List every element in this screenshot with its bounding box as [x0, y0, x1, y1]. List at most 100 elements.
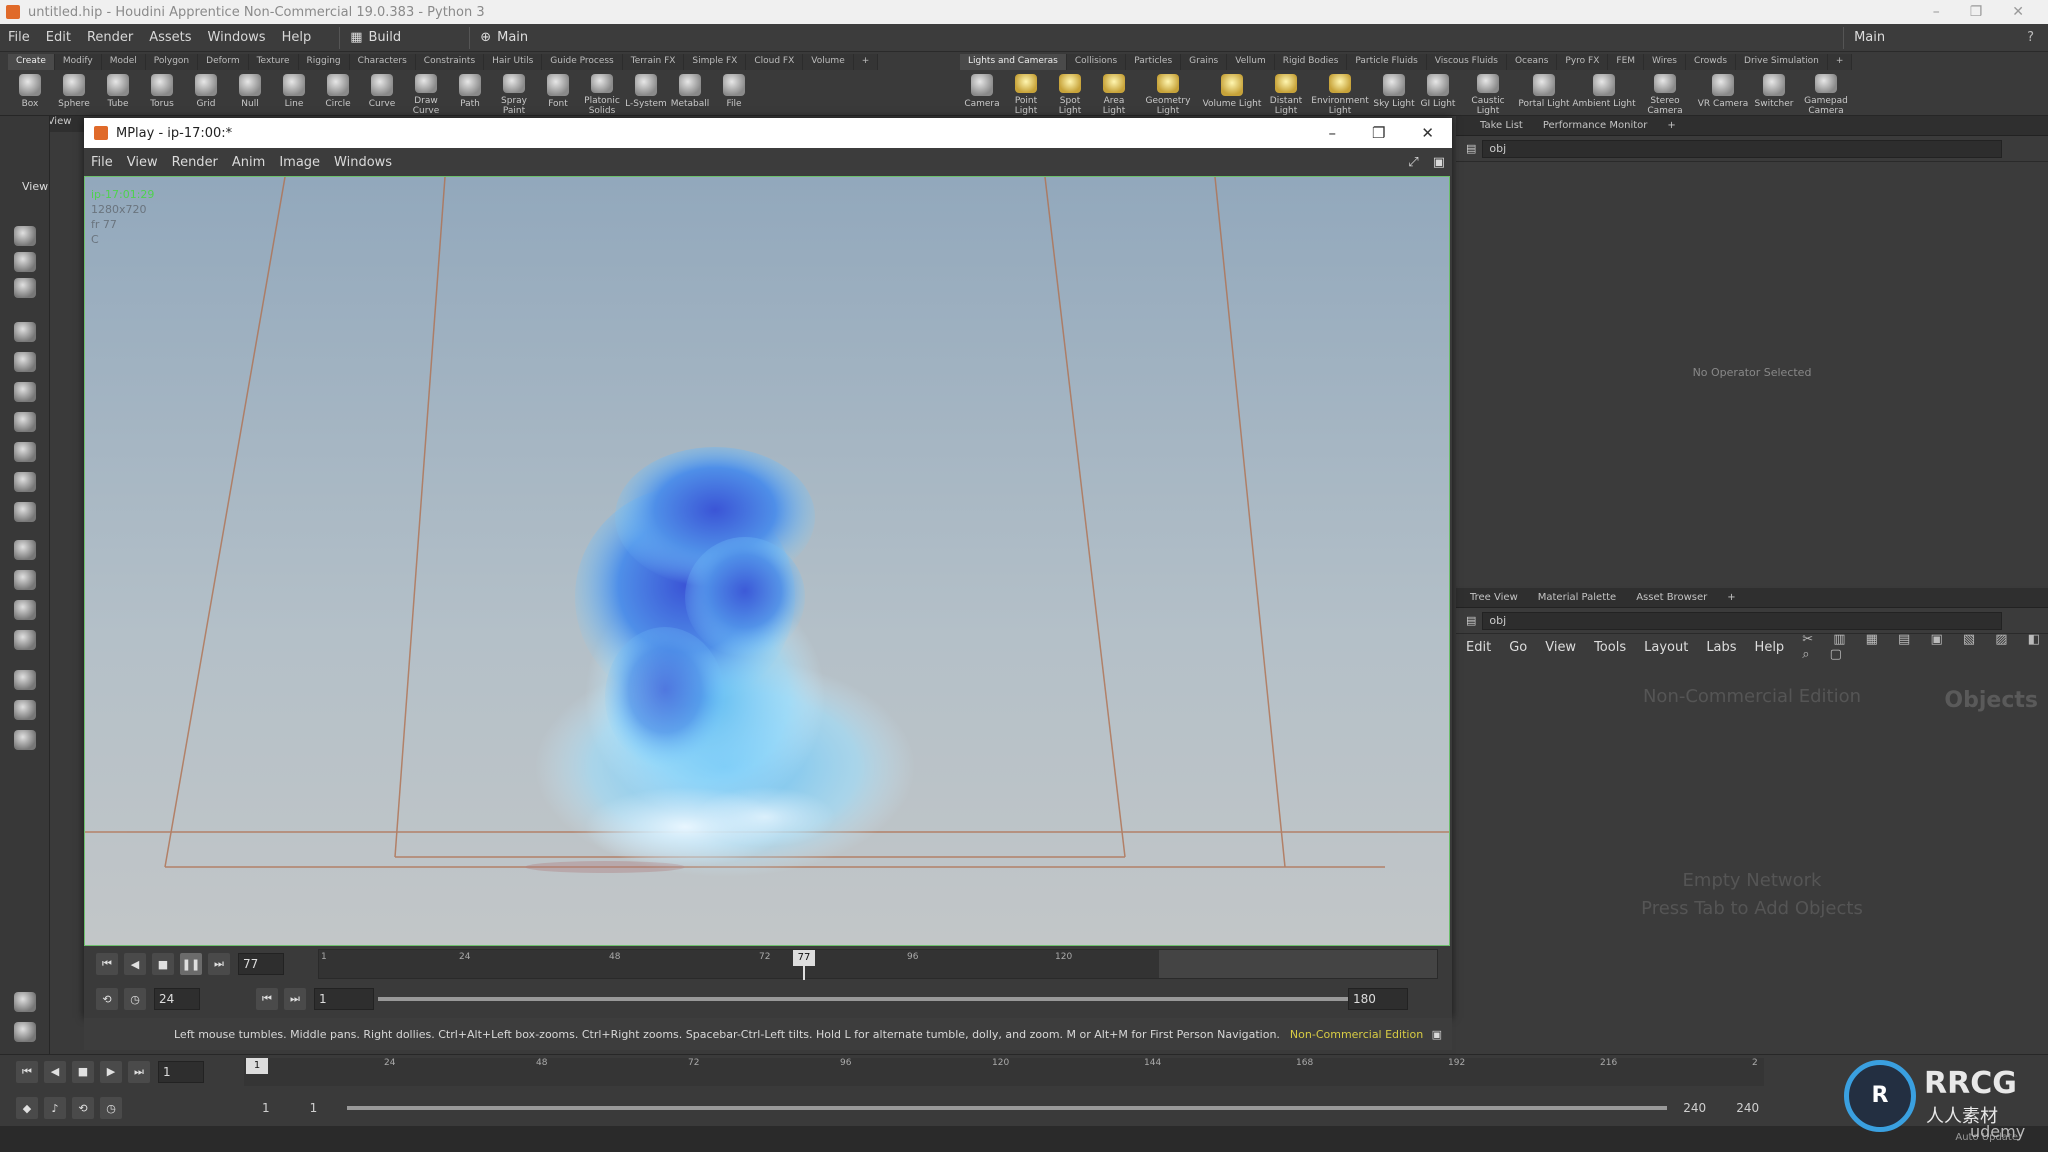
tool-box[interactable]: Box — [8, 72, 52, 116]
shelf-tab[interactable]: Particle Fluids — [1347, 54, 1427, 70]
main-range-end-2[interactable]: 240 — [1736, 1101, 1759, 1115]
desktop-selector[interactable]: ▦ Build — [339, 26, 469, 49]
rotate-tool-icon[interactable] — [14, 382, 36, 402]
paint-tool-icon[interactable] — [14, 502, 36, 522]
tool-gi-light[interactable]: GI Light — [1416, 72, 1460, 116]
tool-sphere[interactable]: Sphere — [52, 72, 96, 116]
menu-assets[interactable]: Assets — [141, 30, 199, 45]
net-menu-tools[interactable]: Tools — [1594, 640, 1626, 655]
jump-end-button[interactable]: ⏭ — [208, 953, 230, 975]
main-jump-end-button[interactable]: ⏭ — [128, 1060, 150, 1083]
tool-gamepad-camera[interactable]: Gamepad Camera — [1796, 72, 1856, 116]
tool-l-system[interactable]: L-System — [624, 72, 668, 116]
context-selector[interactable]: ⊕ Main — [469, 26, 599, 49]
net-menu-go[interactable]: Go — [1509, 640, 1527, 655]
net-menu-layout[interactable]: Layout — [1644, 640, 1688, 655]
mplay-menu-file[interactable]: File — [84, 155, 120, 170]
mplay-menu-render[interactable]: Render — [165, 155, 225, 170]
net-menu-labs[interactable]: Labs — [1706, 640, 1736, 655]
stop-button[interactable]: ■ — [152, 953, 174, 975]
add-tab-icon[interactable]: + — [1717, 592, 1745, 603]
main-range-end[interactable]: 240 — [1683, 1101, 1706, 1115]
realtime-icon[interactable]: ◷ — [100, 1097, 122, 1119]
shelf-tab[interactable]: Crowds — [1685, 54, 1737, 70]
mplay-range-end-field[interactable]: 180 — [1348, 988, 1408, 1010]
look-at-icon[interactable] — [14, 700, 36, 720]
loop-icon[interactable]: ⟲ — [72, 1097, 94, 1119]
pause-button[interactable]: ❚❚ — [180, 953, 202, 975]
tool-platonic-solids[interactable]: Platonic Solids — [580, 72, 624, 116]
main-range-slider[interactable] — [347, 1106, 1668, 1110]
realtime-icon[interactable]: ◷ — [124, 988, 146, 1010]
status-icon[interactable]: ▣ — [1432, 1028, 1442, 1041]
help-icon[interactable]: ? — [2027, 30, 2034, 45]
flag-icon[interactable] — [14, 992, 36, 1012]
jump-start-button[interactable]: ⏮ — [96, 953, 118, 975]
maximize-button[interactable]: ❐ — [1970, 4, 1983, 20]
teapot-icon[interactable] — [14, 730, 36, 750]
keyframe-icon[interactable]: ◆ — [16, 1097, 38, 1119]
shelf-tab[interactable]: Pyro FX — [1557, 54, 1609, 70]
menu-file[interactable]: File — [0, 30, 38, 45]
tab-tree-view[interactable]: Tree View — [1460, 592, 1528, 603]
tool-portal-light[interactable]: Portal Light — [1516, 72, 1572, 116]
select-tool-icon[interactable] — [14, 226, 36, 246]
tool-grid[interactable]: Grid — [184, 72, 228, 116]
tool-distant-light[interactable]: Distant Light — [1264, 72, 1308, 116]
mplay-current-frame-field[interactable]: 77 — [238, 953, 284, 975]
tool-line[interactable]: Line — [272, 72, 316, 116]
mplay-menu-image[interactable]: Image — [272, 155, 327, 170]
tool-metaball[interactable]: Metaball — [668, 72, 712, 116]
shelf-tab[interactable]: Rigid Bodies — [1274, 54, 1348, 70]
bone-tool-icon[interactable] — [14, 472, 36, 492]
tool-spray-paint[interactable]: Spray Paint — [492, 72, 536, 116]
tool-tube[interactable]: Tube — [96, 72, 140, 116]
magnet-icon[interactable] — [14, 630, 36, 650]
shelf-tab[interactable]: Texture — [248, 54, 299, 70]
tab-material-palette[interactable]: Material Palette — [1528, 592, 1626, 603]
mplay-frame-slider[interactable]: 1 24 48 72 96 120 144 168 77 — [318, 949, 1438, 980]
shelf-tab[interactable]: Hair Utils — [484, 54, 543, 70]
shelf-tab[interactable]: Terrain FX — [622, 54, 685, 70]
tool-geometry-light[interactable]: Geometry Light — [1136, 72, 1200, 116]
shelf-tab[interactable]: Volume — [803, 54, 854, 70]
shelf-tab[interactable]: Model — [101, 54, 146, 70]
main-range-start[interactable]: 1 — [262, 1101, 270, 1115]
tool-caustic-light[interactable]: Caustic Light — [1460, 72, 1516, 116]
tool-stereo-camera[interactable]: Stereo Camera — [1636, 72, 1694, 116]
tool-torus[interactable]: Torus — [140, 72, 184, 116]
tool-switcher[interactable]: Switcher — [1752, 72, 1796, 116]
mplay-minimize-button[interactable]: – — [1328, 124, 1336, 142]
tab-asset-browser[interactable]: Asset Browser — [1626, 592, 1717, 603]
pose-tool-icon[interactable] — [14, 442, 36, 462]
add-tab-icon[interactable]: + — [1657, 120, 1685, 131]
shelf-tab[interactable]: Particles — [1126, 54, 1182, 70]
shelf-tab[interactable]: Rigging — [298, 54, 350, 70]
main-range-start-2[interactable]: 1 — [310, 1101, 318, 1115]
tool-area-light[interactable]: Area Light — [1092, 72, 1136, 116]
shelf-tab[interactable]: Deform — [198, 54, 249, 70]
menu-edit[interactable]: Edit — [38, 30, 79, 45]
tab-take-list[interactable]: Take List — [1470, 120, 1533, 131]
mplay-range-slider[interactable] — [378, 997, 1348, 1001]
shelf-tab[interactable]: Characters — [349, 54, 416, 70]
tool-file[interactable]: File — [712, 72, 756, 116]
shelf-tab[interactable]: Vellum — [1227, 54, 1275, 70]
full-screen-icon[interactable]: ⤢ — [1401, 155, 1425, 170]
tool-null[interactable]: Null — [228, 72, 272, 116]
tool-draw-curve[interactable]: Draw Curve — [404, 72, 448, 116]
main-current-frame-field[interactable]: 1 — [158, 1060, 204, 1083]
parameter-path-field[interactable]: obj — [1482, 139, 2003, 158]
tool-circle[interactable]: Circle — [316, 72, 360, 116]
mplay-fps-field[interactable]: 24 — [154, 988, 200, 1010]
mplay-frame-marker[interactable]: 77 — [793, 950, 815, 966]
main-frame-slider[interactable]: 1 24 48 72 96 120 144 168 192 216 2 — [244, 1057, 1764, 1086]
snap-tool-icon[interactable] — [14, 670, 36, 690]
shelf-tab[interactable]: Drive Simulation — [1736, 54, 1828, 70]
mplay-range-start-field[interactable]: 1 — [314, 988, 374, 1010]
minimize-button[interactable]: – — [1933, 4, 1940, 20]
brush-tool-icon[interactable] — [14, 600, 36, 620]
loop-icon[interactable]: ⟲ — [96, 988, 118, 1010]
mplay-options-icon[interactable]: ▣ — [1426, 155, 1452, 170]
tool-font[interactable]: Font — [536, 72, 580, 116]
